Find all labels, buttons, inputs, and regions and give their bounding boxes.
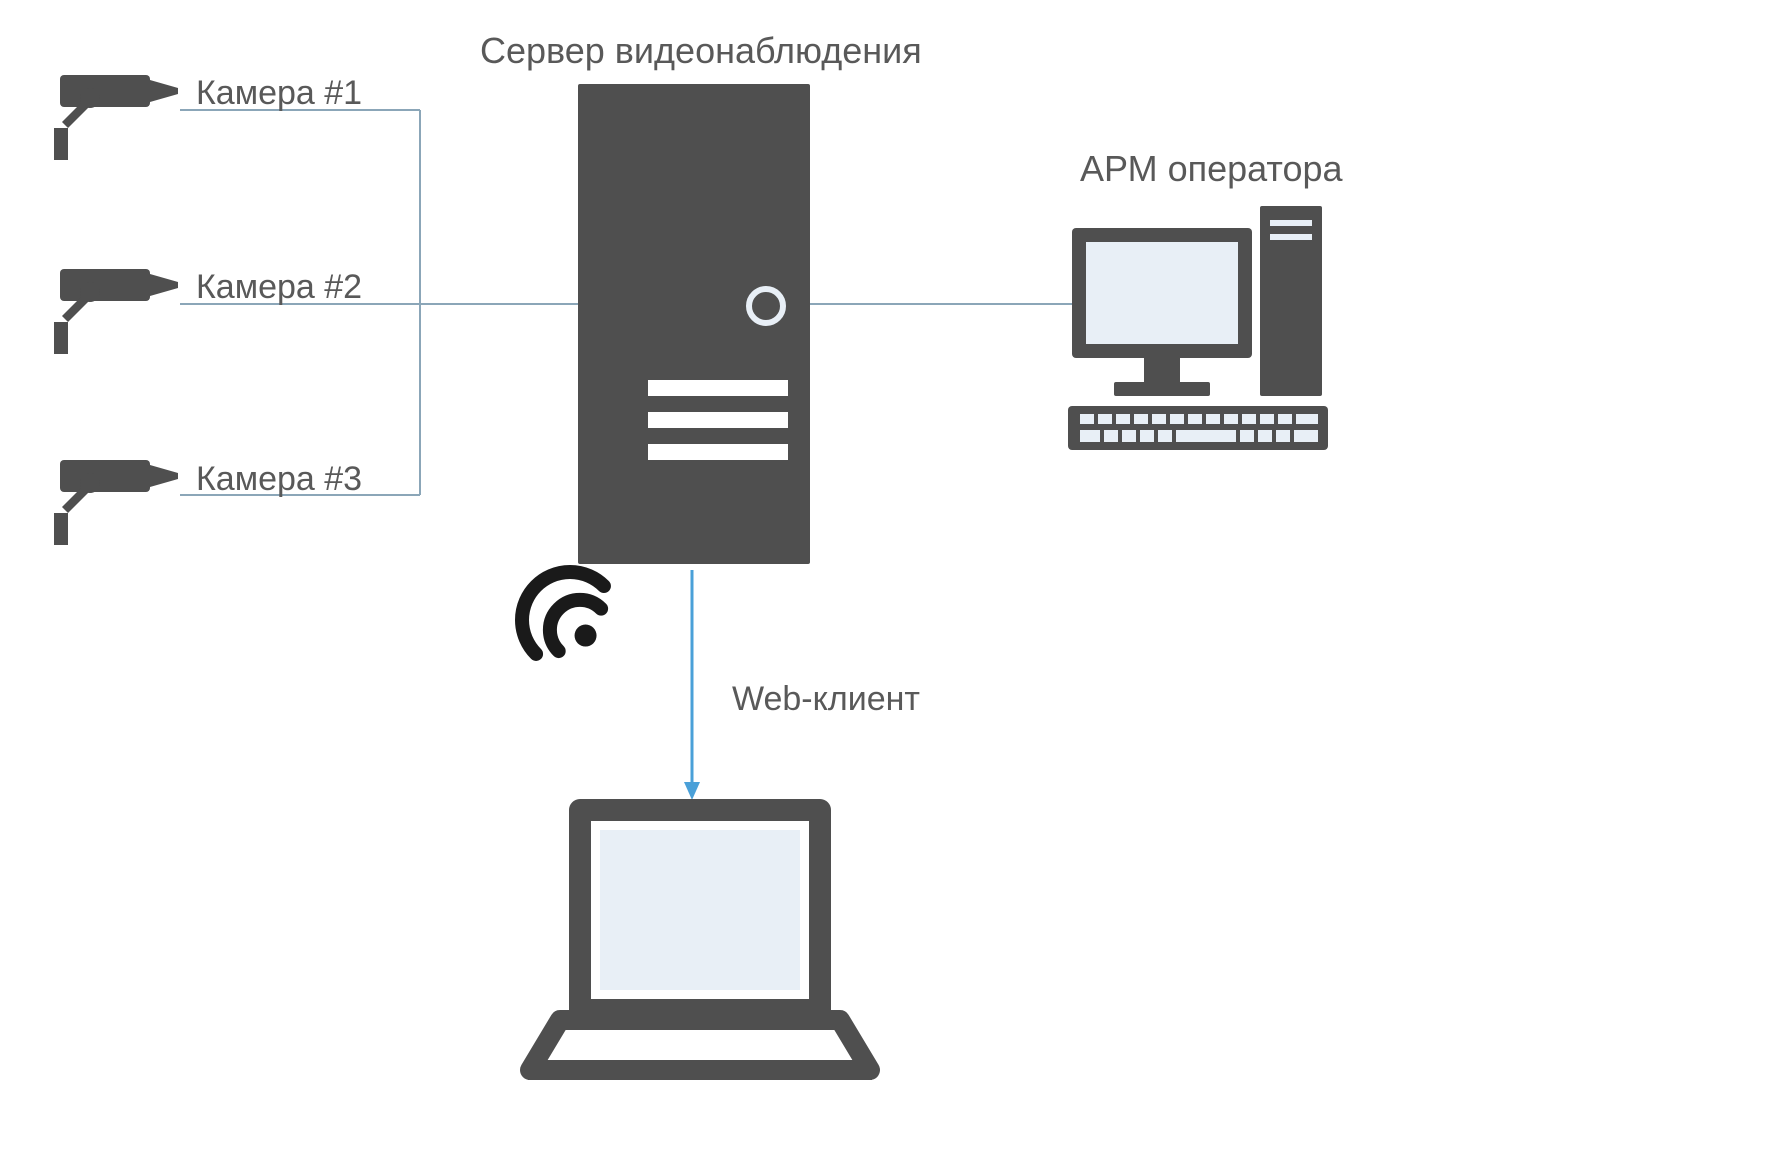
camera-icon-3	[54, 460, 178, 545]
server-title: Сервер видеонаблюдения	[480, 30, 922, 72]
workstation-icon	[1068, 206, 1328, 450]
arrow-server-to-web	[684, 570, 700, 800]
camera-icon-2	[54, 269, 178, 354]
camera-1-label: Камера #1	[196, 74, 362, 113]
server-icon	[578, 84, 810, 564]
wifi-icon	[502, 552, 627, 677]
camera-3-label: Камера #3	[196, 460, 362, 499]
laptop-icon	[528, 810, 872, 1080]
camera-2-label: Камера #2	[196, 268, 362, 307]
network-diagram	[0, 0, 1782, 1162]
camera-icon-1	[54, 75, 178, 160]
webclient-title: Web-клиент	[732, 680, 920, 719]
workstation-title: АРМ оператора	[1080, 148, 1343, 190]
